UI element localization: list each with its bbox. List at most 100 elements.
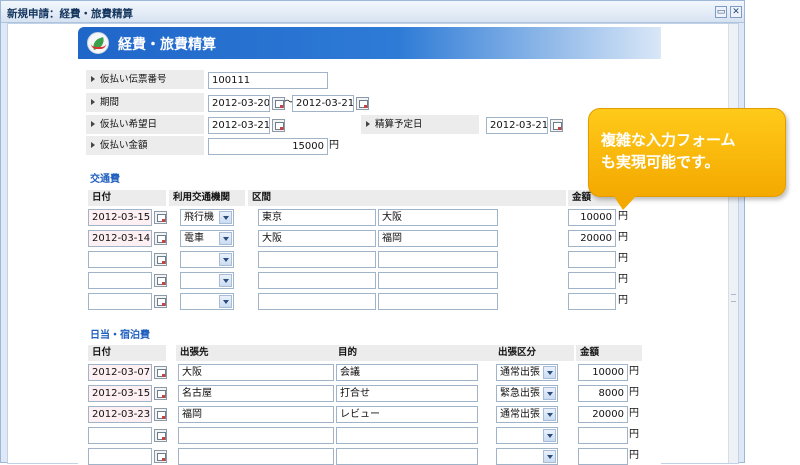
transport-to-input[interactable]: 福岡 (378, 230, 498, 247)
transport-date-input[interactable] (88, 251, 152, 268)
transport-from-input[interactable] (258, 251, 376, 268)
request-date-input[interactable]: 2012-03-21 (208, 117, 270, 134)
scrollbar-grip[interactable] (731, 294, 736, 302)
allowance-purpose-input[interactable]: レビュー (336, 406, 478, 423)
allowance-amount-input[interactable] (578, 448, 628, 465)
allowance-col-trip-type: 出張区分 (494, 345, 574, 361)
transport-to-input[interactable] (378, 272, 498, 289)
period-from-input[interactable]: 2012-03-20 (208, 95, 270, 112)
calendar-icon[interactable] (550, 119, 563, 132)
allowance-date-input[interactable] (88, 448, 152, 465)
calendar-icon[interactable] (154, 253, 167, 266)
allowance-amount-input[interactable]: 20000 (578, 406, 628, 423)
calendar-icon[interactable] (154, 366, 167, 379)
allowance-date-input[interactable] (88, 427, 152, 444)
chevron-down-icon[interactable] (219, 295, 232, 308)
transport-amount-input[interactable] (568, 272, 616, 289)
transport-date-input[interactable]: 2012-03-15 (88, 209, 152, 226)
transport-to-input[interactable] (378, 293, 498, 310)
allowance-purpose-input[interactable]: 会議 (336, 364, 478, 381)
vertical-scrollbar[interactable] (728, 24, 738, 463)
amount-unit: 円 (629, 450, 639, 461)
content-frame: 経費・旅費精算 仮払い伝票番号 100111 期間 2012-03-20 ～ 2… (7, 23, 739, 465)
expense-form: 経費・旅費精算 仮払い伝票番号 100111 期間 2012-03-20 ～ 2… (78, 27, 661, 465)
chevron-down-icon[interactable] (543, 387, 556, 400)
transport-means-select[interactable]: 飛行機 (180, 209, 234, 226)
calendar-icon[interactable] (154, 429, 167, 442)
feature-callout: 複雑な入力フォーム も実現可能です。 (588, 108, 786, 210)
calendar-icon[interactable] (154, 387, 167, 400)
allowance-destination-input[interactable] (178, 427, 334, 444)
chevron-down-icon[interactable] (219, 274, 232, 287)
amount-input[interactable]: 15000 (208, 138, 328, 155)
voucher-no-input[interactable]: 100111 (208, 72, 328, 89)
transport-means-select[interactable] (180, 251, 234, 268)
amount-unit: 円 (618, 274, 628, 285)
allowance-destination-input[interactable] (178, 448, 334, 465)
calendar-icon[interactable] (272, 119, 285, 132)
allowance-purpose-input[interactable]: 打合せ (336, 385, 478, 402)
transport-from-input[interactable]: 東京 (258, 209, 376, 226)
trip-type-select[interactable] (496, 427, 558, 444)
allowance-col-amount: 金額 (576, 345, 642, 361)
allowance-amount-input[interactable] (578, 427, 628, 444)
calendar-icon[interactable] (154, 295, 167, 308)
settle-date-input[interactable]: 2012-03-21 (486, 117, 548, 134)
calendar-icon[interactable] (356, 97, 369, 110)
chevron-down-icon[interactable] (543, 429, 556, 442)
period-to-input[interactable]: 2012-03-21 (292, 95, 354, 112)
allowance-destination-input[interactable]: 大阪 (178, 364, 334, 381)
transport-amount-input[interactable]: 20000 (568, 230, 616, 247)
transport-means-select[interactable] (180, 293, 234, 310)
trip-type-select[interactable] (496, 448, 558, 465)
amount-unit: 円 (618, 295, 628, 306)
app-window: 新規申請：経費・旅費精算 ▭ ✕ 経費・旅費精算 仮払い伝票番号 100111 … (0, 0, 745, 465)
transport-from-input[interactable] (258, 293, 376, 310)
transport-amount-input[interactable] (568, 251, 616, 268)
window-titlebar: 新規申請：経費・旅費精算 ▭ ✕ (1, 1, 744, 23)
trip-type-select[interactable]: 通常出張 (496, 364, 558, 381)
callout-tail (613, 195, 637, 210)
allowance-section-title: 日当・宿泊費 (90, 330, 150, 341)
transport-from-input[interactable] (258, 272, 376, 289)
trip-type-select[interactable]: 緊急出張 (496, 385, 558, 402)
chevron-down-icon[interactable] (543, 366, 556, 379)
transport-means-select[interactable] (180, 272, 234, 289)
allowance-date-input[interactable]: 2012-03-15 (88, 385, 152, 402)
transport-means-value: 電車 (184, 233, 204, 244)
transport-date-input[interactable] (88, 293, 152, 310)
transport-date-input[interactable]: 2012-03-14 (88, 230, 152, 247)
restore-icon[interactable]: ▭ (715, 6, 727, 18)
allowance-amount-input[interactable]: 8000 (578, 385, 628, 402)
amount-unit: 円 (629, 366, 639, 377)
close-icon[interactable]: ✕ (730, 6, 742, 18)
transport-col-date: 日付 (88, 190, 166, 206)
transport-amount-input[interactable] (568, 293, 616, 310)
calendar-icon[interactable] (154, 211, 167, 224)
allowance-destination-input[interactable]: 福岡 (178, 406, 334, 423)
transport-to-input[interactable] (378, 251, 498, 268)
chevron-down-icon[interactable] (219, 253, 232, 266)
calendar-icon[interactable] (154, 450, 167, 463)
allowance-date-input[interactable]: 2012-03-07 (88, 364, 152, 381)
transport-amount-input[interactable]: 10000 (568, 209, 616, 226)
allowance-destination-input[interactable]: 名古屋 (178, 385, 334, 402)
calendar-icon[interactable] (154, 274, 167, 287)
allowance-date-input[interactable]: 2012-03-23 (88, 406, 152, 423)
transport-from-input[interactable]: 大阪 (258, 230, 376, 247)
amount-unit: 円 (629, 429, 639, 440)
callout-text: 複雑な入力フォーム も実現可能です。 (601, 131, 736, 171)
allowance-amount-input[interactable]: 10000 (578, 364, 628, 381)
allowance-purpose-input[interactable] (336, 427, 478, 444)
chevron-down-icon[interactable] (543, 450, 556, 463)
chevron-down-icon[interactable] (543, 408, 556, 421)
transport-means-select[interactable]: 電車 (180, 230, 234, 247)
chevron-down-icon[interactable] (219, 211, 232, 224)
trip-type-select[interactable]: 通常出張 (496, 406, 558, 423)
transport-date-input[interactable] (88, 272, 152, 289)
calendar-icon[interactable] (154, 408, 167, 421)
allowance-purpose-input[interactable] (336, 448, 478, 465)
transport-to-input[interactable]: 大阪 (378, 209, 498, 226)
calendar-icon[interactable] (154, 232, 167, 245)
chevron-down-icon[interactable] (219, 232, 232, 245)
